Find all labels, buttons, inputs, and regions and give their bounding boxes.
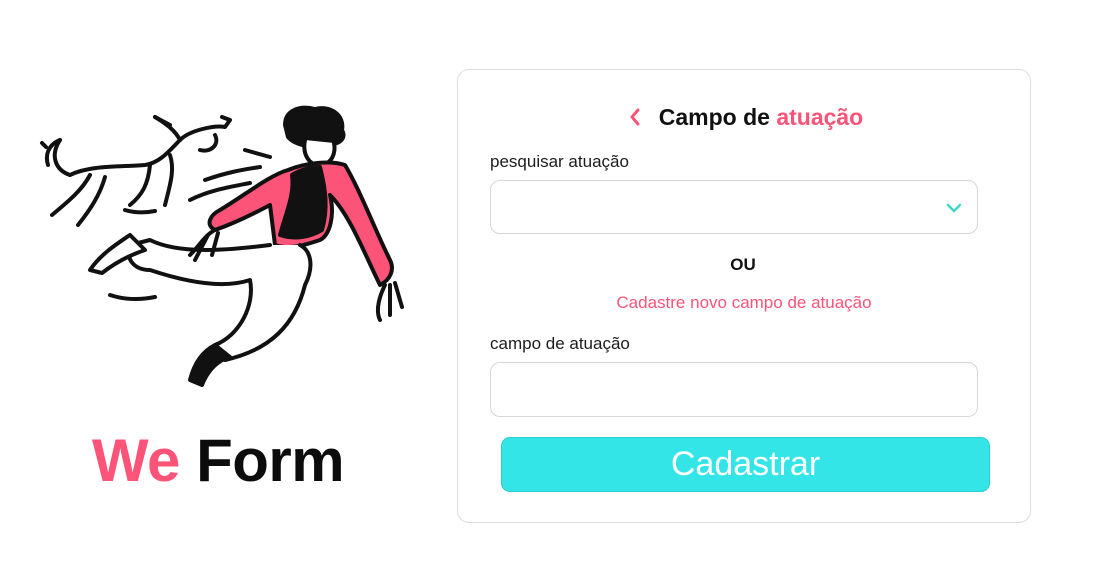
field-label: campo de atuação <box>490 334 630 353</box>
field-input[interactable] <box>490 362 978 417</box>
register-new-link[interactable]: Cadastre novo campo de atuação <box>458 293 1030 313</box>
chevron-left-icon <box>630 108 640 126</box>
search-label: pesquisar atuação <box>490 152 629 171</box>
search-select[interactable] <box>490 180 978 234</box>
chevron-down-icon <box>946 203 962 213</box>
card-title-main: Campo de <box>658 103 770 130</box>
card-title: Campo de atuação <box>659 104 864 131</box>
brand-logo: We Form <box>92 426 345 495</box>
brand-part-2: Form <box>196 427 345 494</box>
register-card: Campo de atuação pesquisar atuação OU Ca… <box>457 69 1031 523</box>
person-illustration <box>88 105 404 387</box>
or-text: OU <box>730 255 756 274</box>
back-button[interactable] <box>625 107 645 127</box>
card-title-accent: atuação <box>776 103 864 130</box>
hero-illustration <box>30 95 420 405</box>
submit-button[interactable]: Cadastrar <box>501 437 990 492</box>
card-header: Campo de atuação <box>458 102 1030 132</box>
dog-illustration <box>40 115 232 227</box>
or-separator: OU <box>458 255 1030 275</box>
brand-part-1: We <box>92 427 180 494</box>
